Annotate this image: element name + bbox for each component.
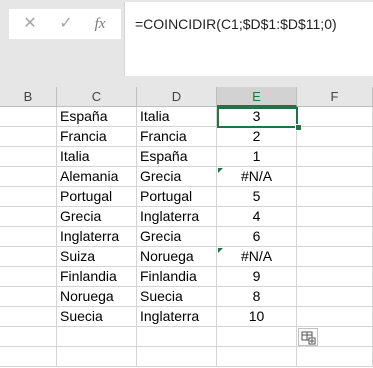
cell-f8[interactable]: [297, 247, 373, 267]
cell-f3[interactable]: [297, 147, 373, 167]
column-header-e[interactable]: E: [217, 87, 297, 107]
cell-c2[interactable]: Francia: [57, 127, 137, 147]
fill-handle[interactable]: [295, 124, 302, 131]
column-header-f[interactable]: F: [297, 87, 373, 107]
cell-e5[interactable]: 5: [217, 187, 297, 207]
cell-f6[interactable]: [297, 207, 373, 227]
cell-c3[interactable]: Italia: [57, 147, 137, 167]
cell-d3[interactable]: España: [137, 147, 217, 167]
column-header-c[interactable]: C: [57, 87, 137, 107]
cell-d9[interactable]: Finlandia: [137, 267, 217, 287]
quick-analysis-button[interactable]: [298, 328, 318, 346]
cell-c7[interactable]: Inglaterra: [57, 227, 137, 247]
cell-e7[interactable]: 6: [217, 227, 297, 247]
cell-b3[interactable]: [0, 147, 57, 167]
cell-c10[interactable]: Noruega: [57, 287, 137, 307]
cell-b6[interactable]: [0, 207, 57, 227]
cell-f1[interactable]: [297, 107, 373, 127]
cell-f10[interactable]: [297, 287, 373, 307]
cell-f7[interactable]: [297, 227, 373, 247]
cell-f4[interactable]: [297, 167, 373, 187]
column-header-b[interactable]: B: [0, 87, 57, 107]
cell-c13[interactable]: [57, 347, 137, 367]
cell-b12[interactable]: [0, 327, 57, 347]
error-indicator-icon[interactable]: [218, 168, 223, 173]
cell-d12[interactable]: [137, 327, 217, 347]
cell-d5[interactable]: Portugal: [137, 187, 217, 207]
cell-d2[interactable]: Francia: [137, 127, 217, 147]
cell-e8[interactable]: #N/A: [217, 247, 297, 267]
cell-b1[interactable]: [0, 107, 57, 127]
cell-c5[interactable]: Portugal: [57, 187, 137, 207]
quick-analysis-icon: [301, 331, 316, 345]
cell-e3[interactable]: 1: [217, 147, 297, 167]
cell-b2[interactable]: [0, 127, 57, 147]
cell-d10[interactable]: Suecia: [137, 287, 217, 307]
cell-d7[interactable]: Grecia: [137, 227, 217, 247]
cell-e4[interactable]: #N/A: [217, 167, 297, 187]
cell-b9[interactable]: [0, 267, 57, 287]
cell-b5[interactable]: [0, 187, 57, 207]
cell-f9[interactable]: [297, 267, 373, 287]
cell-c1[interactable]: España: [57, 107, 137, 127]
cell-d4[interactable]: Grecia: [137, 167, 217, 187]
cell-b7[interactable]: [0, 227, 57, 247]
cell-e6[interactable]: 4: [217, 207, 297, 227]
enter-icon[interactable]: ✓: [57, 15, 75, 33]
cell-c8[interactable]: Suiza: [57, 247, 137, 267]
cell-c9[interactable]: Finlandia: [57, 267, 137, 287]
cell-b10[interactable]: [0, 287, 57, 307]
formula-bar-buttons: ✕ ✓ fx: [9, 9, 121, 39]
cell-d1[interactable]: Italia: [137, 107, 217, 127]
formula-input[interactable]: =COINCIDIR(C1;$D$1:$D$11;0): [124, 2, 373, 76]
cell-d6[interactable]: Inglaterra: [137, 207, 217, 227]
formula-bar: ✕ ✓ fx =COINCIDIR(C1;$D$1:$D$11;0): [0, 0, 373, 87]
column-header-d[interactable]: D: [137, 87, 217, 107]
cell-b4[interactable]: [0, 167, 57, 187]
cancel-icon[interactable]: ✕: [21, 15, 39, 33]
formula-text: =COINCIDIR(C1;$D$1:$D$11;0): [135, 16, 337, 32]
cell-d8[interactable]: Noruega: [137, 247, 217, 267]
cell-e2[interactable]: 2: [217, 127, 297, 147]
cell-e9[interactable]: 9: [217, 267, 297, 287]
cell-f13[interactable]: [297, 347, 373, 367]
cell-e13[interactable]: [217, 347, 297, 367]
cell-d13[interactable]: [137, 347, 217, 367]
cell-f5[interactable]: [297, 187, 373, 207]
cell-f2[interactable]: [297, 127, 373, 147]
cell-f11[interactable]: [297, 307, 373, 327]
cell-e12[interactable]: [217, 327, 297, 347]
cell-c12[interactable]: [57, 327, 137, 347]
cell-d11[interactable]: Inglaterra: [137, 307, 217, 327]
cell-b11[interactable]: [0, 307, 57, 327]
error-indicator-icon[interactable]: [218, 248, 223, 253]
cell-e10[interactable]: 8: [217, 287, 297, 307]
cell-b8[interactable]: [0, 247, 57, 267]
insert-function-icon[interactable]: fx: [91, 15, 109, 33]
active-cell-border: [217, 107, 298, 128]
cell-c4[interactable]: Alemania: [57, 167, 137, 187]
cell-e11[interactable]: 10: [217, 307, 297, 327]
cell-c11[interactable]: Suecia: [57, 307, 137, 327]
cell-c6[interactable]: Grecia: [57, 207, 137, 227]
cell-b13[interactable]: [0, 347, 57, 367]
